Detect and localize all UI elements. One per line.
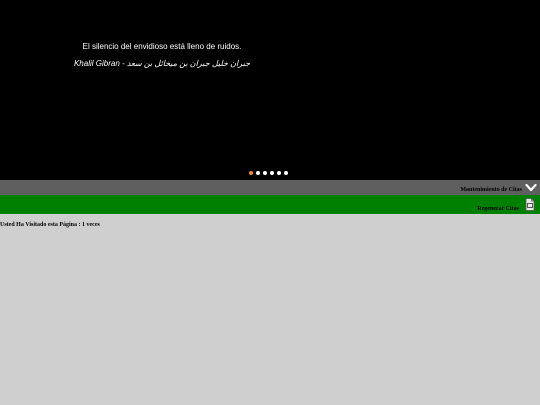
visit-counter: Usted Ha Visitado esta Página : 1 veces [0, 222, 100, 228]
slider-dot-6[interactable] [284, 171, 288, 175]
slider-dot-3[interactable] [263, 171, 267, 175]
quote-author: Khalil Gibran - جبران خليل جبران بن ميخا… [73, 59, 251, 68]
quote-text: El silencio del envidioso está lleno de … [82, 42, 242, 51]
pdf-file-icon[interactable] [525, 198, 535, 211]
mantenimiento-citas-link[interactable]: Mantenimiento de Citas [460, 187, 522, 193]
slider-dot-5[interactable] [277, 171, 281, 175]
chevron-down-icon[interactable] [525, 182, 537, 193]
slider-dots [249, 171, 288, 177]
mantenimiento-bar [0, 180, 540, 195]
regenerar-bar [0, 195, 540, 214]
quote-slider: El silencio del envidioso está lleno de … [0, 0, 540, 180]
slider-dot-4[interactable] [270, 171, 274, 175]
regenerar-citas-link[interactable]: Regenerar Citas [477, 206, 519, 212]
slider-dot-2[interactable] [256, 171, 260, 175]
slider-dot-1[interactable] [249, 171, 253, 175]
